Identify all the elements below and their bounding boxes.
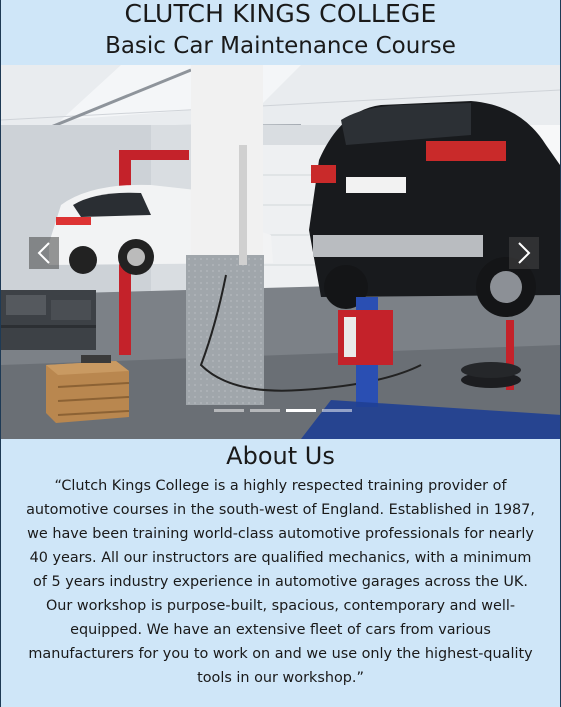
about-section: About Us “Clutch Kings College is a high…: [1, 439, 560, 690]
chevron-left-icon: [37, 242, 50, 264]
carousel-next-button[interactable]: [509, 237, 539, 269]
carousel-indicator-1[interactable]: [214, 409, 244, 412]
carousel-indicator-3[interactable]: [286, 409, 316, 412]
chevron-right-icon: [518, 242, 531, 264]
carousel-indicator-4[interactable]: [322, 409, 352, 412]
carousel-indicators: [214, 409, 354, 415]
page: CLUTCH KINGS COLLEGE Basic Car Maintenan…: [0, 0, 561, 707]
course-subtitle: Basic Car Maintenance Course: [105, 33, 456, 59]
carousel-indicator-2[interactable]: [250, 409, 280, 412]
about-text: “Clutch Kings College is a highly respec…: [26, 478, 535, 686]
carousel-prev-button[interactable]: [29, 237, 59, 269]
garage-photo: [1, 65, 560, 439]
about-heading: About Us: [226, 442, 335, 470]
site-title: CLUTCH KINGS COLLEGE: [124, 0, 437, 28]
image-carousel[interactable]: [1, 65, 560, 439]
